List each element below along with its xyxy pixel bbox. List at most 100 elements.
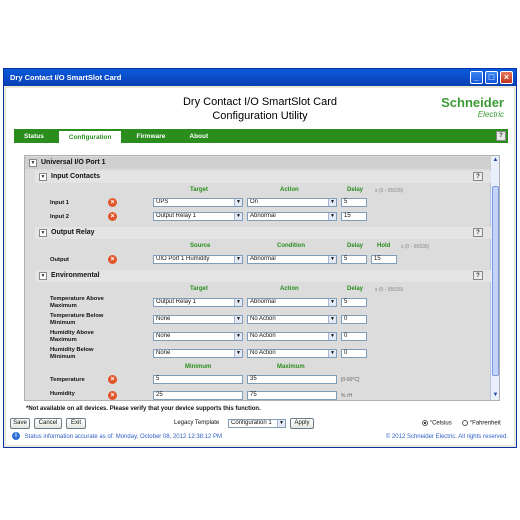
input-2-action-select[interactable]: Abnormal ▼ [247, 212, 337, 221]
radio-icon[interactable] [462, 420, 468, 426]
input-2-target-select[interactable]: Output Relay 1 ▼ [153, 212, 243, 221]
output-relay-header[interactable]: ▼ Output Relay ? [35, 227, 491, 239]
humidity-below-target-select[interactable]: None ▼ [153, 349, 243, 358]
availability-note: *Not available on all devices. Please ve… [26, 406, 261, 412]
humidity-max-field[interactable]: 75 [247, 391, 337, 400]
range-hint: s (0 - 65535) [375, 188, 404, 194]
tab-configuration[interactable]: Configuration [57, 130, 123, 143]
chevron-down-icon: ▼ [234, 316, 242, 323]
celsius-option[interactable]: °Celsius [422, 420, 452, 427]
temperature-unit: [0-60°C] [341, 377, 360, 383]
input-1-label: Input 1 [50, 200, 69, 206]
vertical-scrollbar[interactable]: ▲ ▼ [490, 156, 499, 400]
input-contacts-header[interactable]: ▼ Input Contacts ? [35, 171, 491, 183]
input-1-target-select[interactable]: UPS ▼ [153, 198, 243, 207]
humidity-min-field[interactable]: 25 [153, 391, 243, 400]
col-target: Target [190, 286, 208, 292]
help-button[interactable]: ? [473, 271, 483, 280]
chevron-down-icon: ▼ [328, 333, 336, 340]
cancel-button[interactable]: Cancel [34, 418, 62, 429]
chevron-down-icon: ▼ [328, 199, 336, 206]
temp-above-target-select[interactable]: Output Relay 1 ▼ [153, 298, 243, 307]
fahrenheit-option[interactable]: °Fahrenheit [462, 420, 501, 427]
collapse-icon[interactable]: ▼ [39, 272, 47, 280]
legacy-template-select[interactable]: Configuration 1 ▼ [228, 419, 286, 428]
radio-selected-icon[interactable] [422, 420, 428, 426]
output-hold-field[interactable]: 15 [371, 255, 397, 264]
exit-button[interactable]: Exit [66, 418, 86, 429]
chevron-down-icon: ▼ [328, 299, 336, 306]
input-1-delay-field[interactable]: 5 [341, 198, 367, 207]
temp-below-action-select[interactable]: No Action ▼ [247, 315, 337, 324]
error-icon: × [108, 212, 117, 221]
maximize-button[interactable]: □ [485, 71, 498, 84]
help-button[interactable]: ? [473, 228, 483, 237]
col-minimum: Minimum [185, 364, 212, 370]
col-condition: Condition [277, 243, 305, 249]
temperature-min-field[interactable]: 5 [153, 375, 243, 384]
status-bar: i Status information accurate as of: Mon… [4, 432, 516, 442]
temp-above-label: Temperature Above Maximum [50, 296, 104, 309]
universal-port-header[interactable]: ▼ Universal I/O Port 1 [25, 157, 491, 169]
collapse-icon[interactable]: ▼ [39, 173, 47, 181]
output-condition-select[interactable]: Abnormal ▼ [247, 255, 337, 264]
chevron-down-icon: ▼ [234, 213, 242, 220]
info-icon: i [12, 432, 20, 441]
chevron-down-icon: ▼ [328, 213, 336, 220]
apply-button[interactable]: Apply [290, 418, 314, 429]
scroll-up-icon[interactable]: ▲ [491, 156, 499, 165]
input-1-action-select[interactable]: On ▼ [247, 198, 337, 207]
col-action: Action [280, 286, 299, 292]
collapse-icon[interactable]: ▼ [39, 229, 47, 237]
scroll-down-icon[interactable]: ▼ [491, 391, 499, 400]
humidity-above-target-select[interactable]: None ▼ [153, 332, 243, 341]
input-2-delay-field[interactable]: 15 [341, 212, 367, 221]
temp-below-target-select[interactable]: None ▼ [153, 315, 243, 324]
col-source: Source [190, 243, 211, 249]
tab-firmware[interactable]: Firmware [126, 130, 175, 143]
range-hint: s (0 - 65535) [375, 287, 404, 293]
bottom-toolbar: Save Cancel Exit Legacy Template Configu… [4, 418, 516, 430]
tab-bar: Status Configuration Firmware About ? [14, 129, 508, 143]
col-delay: Delay [347, 187, 364, 193]
chevron-down-icon: ▼ [234, 256, 242, 263]
scroll-thumb[interactable] [492, 186, 499, 376]
humidity-above-action-select[interactable]: No Action ▼ [247, 332, 337, 341]
temp-above-delay-field[interactable]: 5 [341, 298, 367, 307]
title-bar: Dry Contact I/O SmartSlot Card _ □ × [4, 69, 516, 86]
status-text: Status information accurate as of: Monda… [24, 434, 223, 440]
col-delay: Delay [347, 243, 364, 249]
output-label: Output [50, 257, 69, 263]
config-panel: ▲ ▼ ▼ Universal I/O Port 1 ▼ Input Conta… [24, 155, 500, 401]
minimize-button[interactable]: _ [470, 71, 483, 84]
tab-about[interactable]: About [179, 130, 218, 143]
temp-below-delay-field[interactable]: 0 [341, 315, 367, 324]
range-hint: s (0 - 65535) [401, 244, 430, 250]
help-button[interactable]: ? [473, 172, 483, 181]
col-target: Target [190, 187, 208, 193]
save-button[interactable]: Save [10, 418, 30, 429]
temp-above-action-select[interactable]: Abnormal ▼ [247, 298, 337, 307]
environmental-header[interactable]: ▼ Environmental ? [35, 270, 491, 282]
tab-status[interactable]: Status [14, 130, 54, 143]
page-title: Dry Contact I/O SmartSlot Card Configura… [182, 96, 338, 122]
chevron-down-icon: ▼ [234, 299, 242, 306]
help-button[interactable]: ? [496, 131, 506, 141]
temperature-label: Temperature [50, 377, 85, 383]
copyright-text: © 2012 Schneider Electric. All rights re… [385, 434, 508, 440]
close-button[interactable]: × [500, 71, 513, 84]
schneider-logo: Schneider Electric [441, 95, 504, 120]
col-action: Action [280, 187, 299, 193]
output-delay-field[interactable]: 5 [341, 255, 367, 264]
chevron-down-icon: ▼ [328, 316, 336, 323]
humidity-below-delay-field[interactable]: 0 [341, 349, 367, 358]
legacy-template-label: Legacy Template [174, 420, 220, 426]
output-source-select[interactable]: UIO Port 1 Humidity ▼ [153, 255, 243, 264]
col-delay: Delay [347, 286, 364, 292]
temperature-max-field[interactable]: 35 [247, 375, 337, 384]
error-icon: × [108, 375, 117, 384]
chevron-down-icon: ▼ [234, 199, 242, 206]
collapse-icon[interactable]: ▼ [29, 159, 37, 167]
humidity-above-delay-field[interactable]: 0 [341, 332, 367, 341]
humidity-below-action-select[interactable]: No Action ▼ [247, 349, 337, 358]
